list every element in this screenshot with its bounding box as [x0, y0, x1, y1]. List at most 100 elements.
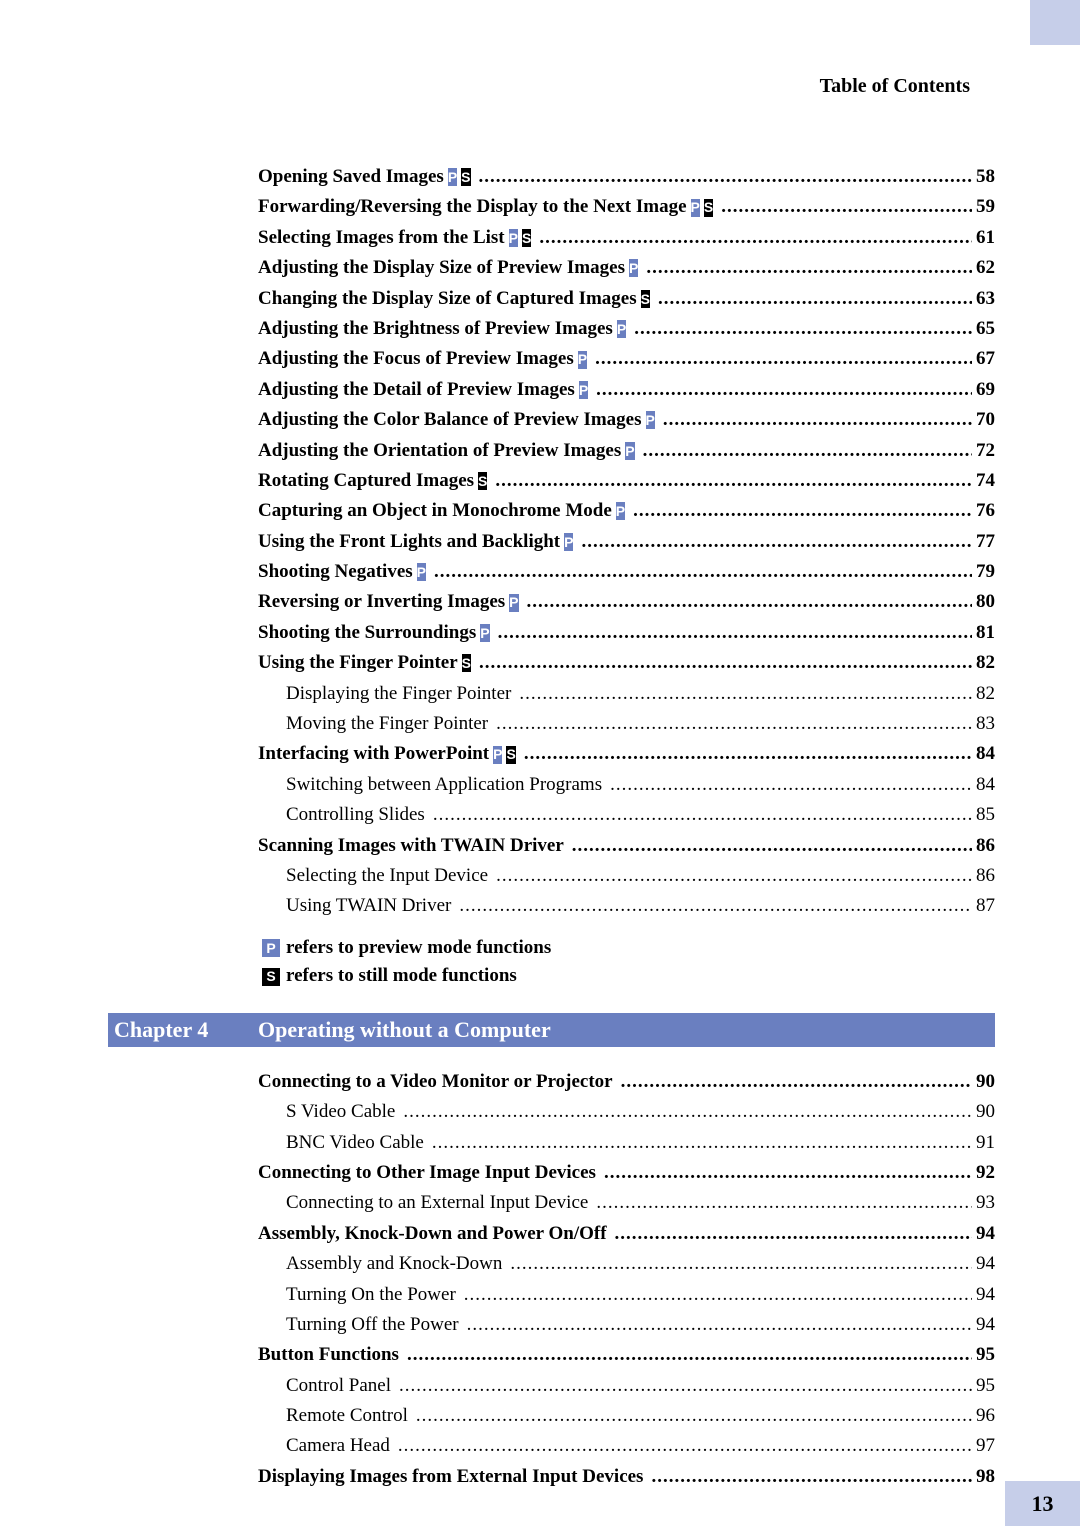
toc-leader-dots: ........................................… [510, 1249, 972, 1279]
toc-entry-page: 95 [976, 1340, 995, 1370]
toc-entry-page: 94 [976, 1280, 995, 1310]
toc-entry-page: 82 [976, 648, 995, 678]
toc-entry-text: Adjusting the Brightness of Preview Imag… [258, 314, 613, 344]
toc-leader-dots: ........................................… [416, 1401, 972, 1431]
toc-leader-dots: ........................................… [398, 1431, 972, 1461]
toc-entry-page: 61 [976, 223, 995, 253]
toc-leader-dots: ........................................… [572, 831, 972, 861]
toc-entry-text: Displaying Images from External Input De… [258, 1462, 643, 1492]
p-badge-icon: P [625, 442, 634, 460]
toc-entry: Adjusting the Color Balance of Preview I… [258, 405, 995, 435]
toc-entry: Displaying Images from External Input De… [258, 1462, 995, 1492]
toc-entry-page: 84 [976, 770, 995, 800]
toc-entry-page: 74 [976, 466, 995, 496]
legend-p-text: refers to preview mode functions [286, 934, 551, 963]
toc-leader-dots: ........................................… [519, 679, 972, 709]
toc-leader-dots: ........................................… [604, 1158, 972, 1188]
toc-entry-text: Using TWAIN Driver [286, 891, 451, 921]
toc-entry-text: Forwarding/Reversing the Display to the … [258, 192, 687, 222]
toc-content: Opening Saved ImagesPS..................… [258, 162, 995, 1492]
s-badge-icon: S [461, 168, 470, 186]
toc-entry-page: 82 [976, 679, 995, 709]
toc-entry-text: Turning On the Power [286, 1280, 456, 1310]
toc-entry-text: Adjusting the Display Size of Preview Im… [258, 253, 625, 283]
toc-entry-page: 86 [976, 831, 995, 861]
toc-leader-dots: ........................................… [610, 770, 972, 800]
p-badge-icon: P [579, 381, 588, 399]
toc-entry-text: Adjusting the Focus of Preview Images [258, 344, 574, 374]
toc-entry-text: Controlling Slides [286, 800, 425, 830]
toc-entry: Assembly and Knock-Down.................… [258, 1249, 995, 1279]
toc-entry-text: Opening Saved Images [258, 162, 444, 192]
toc-entry: Moving the Finger Pointer...............… [258, 709, 995, 739]
toc-entry: Displaying the Finger Pointer...........… [258, 679, 995, 709]
toc-leader-dots: ........................................… [464, 1280, 972, 1310]
p-badge-icon: P [417, 563, 426, 581]
toc-entry: Interfacing with PowerPointPS...........… [258, 739, 995, 769]
toc-section-1: Opening Saved ImagesPS..................… [258, 162, 995, 922]
p-badge-icon: P [578, 351, 587, 369]
toc-leader-dots: ........................................… [403, 1097, 972, 1127]
toc-leader-dots: ........................................… [498, 618, 972, 648]
toc-leader-dots: ........................................… [433, 800, 972, 830]
toc-leader-dots: ........................................… [407, 1340, 972, 1370]
p-badge-icon: P [629, 259, 638, 277]
p-badge-icon: P [493, 746, 502, 764]
toc-entry-page: 92 [976, 1158, 995, 1188]
p-badge-icon: P [646, 411, 655, 429]
toc-entry: Adjusting the Brightness of Preview Imag… [258, 314, 995, 344]
toc-leader-dots: ........................................… [658, 284, 972, 314]
toc-leader-dots: ........................................… [539, 223, 972, 253]
toc-entry-text: BNC Video Cable [286, 1128, 424, 1158]
toc-entry-page: 59 [976, 192, 995, 222]
toc-entry-text: Adjusting the Detail of Preview Images [258, 375, 575, 405]
s-badge-icon: S [522, 229, 531, 247]
toc-entry-text: Rotating Captured Images [258, 466, 474, 496]
toc-leader-dots: ........................................… [721, 192, 972, 222]
toc-entry-text: Camera Head [286, 1431, 390, 1461]
p-badge-icon: P [617, 320, 626, 338]
toc-entry: Connecting to a Video Monitor or Project… [258, 1067, 995, 1097]
toc-entry-text: Capturing an Object in Monochrome Mode [258, 496, 612, 526]
toc-entry-text: Assembly and Knock-Down [286, 1249, 502, 1279]
toc-entry-page: 95 [976, 1371, 995, 1401]
toc-entry-text: Changing the Display Size of Captured Im… [258, 284, 637, 314]
s-badge-icon: S [704, 199, 713, 217]
toc-leader-dots: ........................................… [643, 436, 972, 466]
toc-entry-page: 81 [976, 618, 995, 648]
toc-entry-text: Selecting Images from the List [258, 223, 505, 253]
toc-entry-page: 87 [976, 891, 995, 921]
toc-entry-page: 65 [976, 314, 995, 344]
toc-entry-page: 98 [976, 1462, 995, 1492]
toc-entry: Selecting Images from the ListPS........… [258, 223, 995, 253]
page-number: 13 [1005, 1481, 1080, 1526]
toc-entry-text: Reversing or Inverting Images [258, 587, 505, 617]
p-badge-icon: P [448, 168, 457, 186]
toc-entry: Using the Finger PointerS...............… [258, 648, 995, 678]
toc-leader-dots: ........................................… [496, 709, 972, 739]
toc-entry-text: Scanning Images with TWAIN Driver [258, 831, 564, 861]
toc-entry-text: Selecting the Input Device [286, 861, 488, 891]
toc-entry-page: 70 [976, 405, 995, 435]
p-badge-icon: P [480, 624, 489, 642]
toc-entry-text: Connecting to an External Input Device [286, 1188, 588, 1218]
p-badge-icon: P [262, 939, 280, 957]
toc-leader-dots: ........................................… [621, 1067, 972, 1097]
toc-entry: Selecting the Input Device..............… [258, 861, 995, 891]
toc-entry-page: 93 [976, 1188, 995, 1218]
toc-leader-dots: ........................................… [581, 527, 972, 557]
toc-section-2: Connecting to a Video Monitor or Project… [258, 1067, 995, 1492]
toc-entry-page: 94 [976, 1249, 995, 1279]
toc-leader-dots: ........................................… [495, 466, 972, 496]
s-badge-icon: S [478, 472, 487, 490]
page-header: Table of Contents [820, 75, 970, 98]
chapter-title: Operating without a Computer [258, 1017, 551, 1043]
toc-entry-text: Shooting the Surroundings [258, 618, 476, 648]
toc-entry-page: 79 [976, 557, 995, 587]
toc-entry: Reversing or Inverting ImagesP..........… [258, 587, 995, 617]
chapter-heading-bar: Chapter 4 Operating without a Computer [108, 1013, 995, 1047]
toc-entry-page: 83 [976, 709, 995, 739]
toc-leader-dots: ........................................… [467, 1310, 972, 1340]
toc-entry-text: Control Panel [286, 1371, 391, 1401]
toc-entry-text: Turning Off the Power [286, 1310, 459, 1340]
